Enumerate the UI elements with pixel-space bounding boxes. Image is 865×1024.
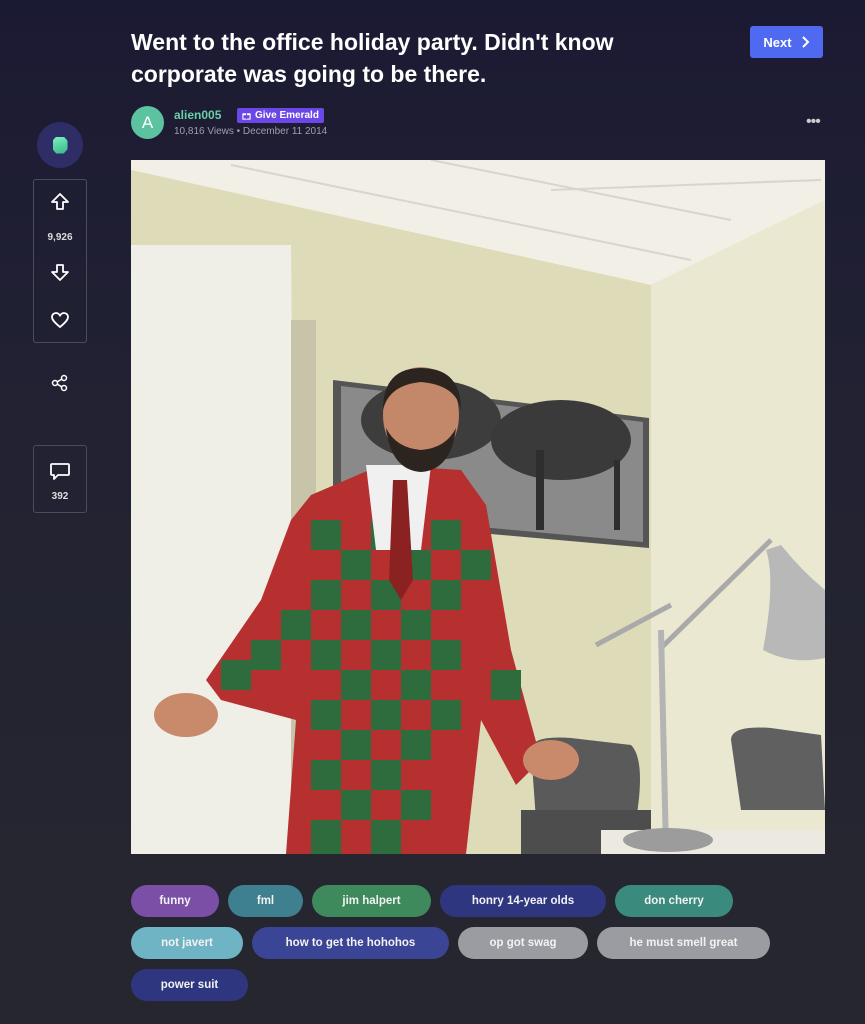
- view-count: 10,816 Views: [174, 126, 234, 137]
- gift-icon: [242, 112, 251, 120]
- tag-chip[interactable]: power suit: [131, 969, 248, 1001]
- downvote-arrow-icon[interactable]: [50, 262, 70, 282]
- tag-chip[interactable]: fml: [228, 885, 303, 917]
- comment-count: 392: [51, 491, 69, 502]
- next-button[interactable]: Next: [750, 26, 823, 58]
- author-username[interactable]: alien005: [174, 108, 221, 122]
- comments-button[interactable]: 392: [33, 445, 87, 513]
- photo-illustration: [131, 160, 825, 854]
- emerald-button[interactable]: [37, 122, 83, 168]
- share-icon[interactable]: [50, 373, 70, 393]
- tag-chip[interactable]: he must smell great: [597, 927, 770, 959]
- tag-chip[interactable]: jim halpert: [312, 885, 431, 917]
- comment-bubble-icon: [50, 463, 70, 480]
- avatar[interactable]: A: [131, 106, 164, 139]
- heart-icon[interactable]: [50, 310, 70, 330]
- tag-chip[interactable]: funny: [131, 885, 219, 917]
- more-options-button[interactable]: •••: [806, 113, 821, 131]
- post-meta: 10,816 Views • December 11 2014: [174, 126, 327, 137]
- give-emerald-label: Give Emerald: [255, 110, 319, 121]
- tag-chip[interactable]: don cherry: [615, 885, 733, 917]
- post-date: December 11 2014: [242, 126, 328, 137]
- tag-chip[interactable]: honry 14-year olds: [440, 885, 606, 917]
- vote-score: 9,926: [47, 232, 73, 243]
- vote-panel: 9,926: [33, 179, 87, 343]
- tag-chip[interactable]: op got swag: [458, 927, 588, 959]
- tag-chip[interactable]: not javert: [131, 927, 243, 959]
- give-emerald-button[interactable]: Give Emerald: [237, 108, 324, 123]
- emerald-icon: [52, 136, 68, 154]
- tag-chip[interactable]: how to get the hohohos: [252, 927, 449, 959]
- chevron-right-icon: [801, 36, 810, 48]
- upvote-arrow-icon[interactable]: [50, 192, 70, 212]
- post-title: Went to the office holiday party. Didn't…: [131, 29, 614, 87]
- post-image[interactable]: [131, 160, 825, 854]
- next-label: Next: [763, 34, 792, 50]
